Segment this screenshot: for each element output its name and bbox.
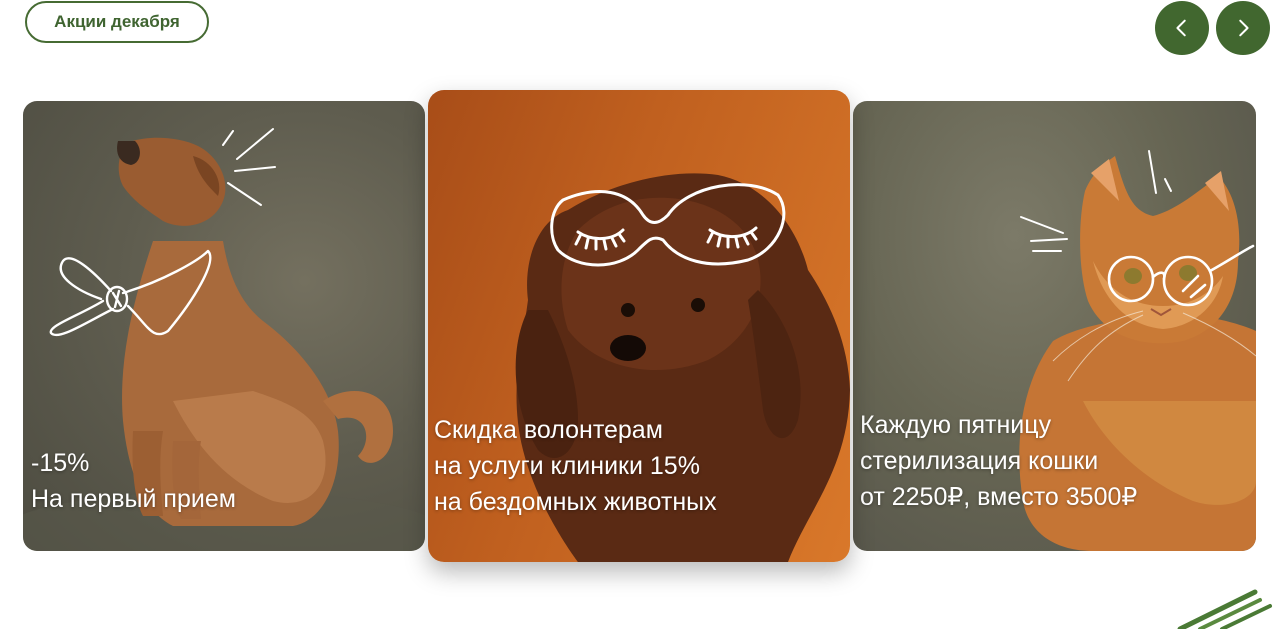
first-visit-text: -15% На первый прием (31, 445, 236, 517)
promo-section: Акции декабря -15% На первый прием Скидк… (0, 0, 1280, 629)
volunteers-line-3: на бездомных животных (434, 488, 717, 516)
carousel-prev-button[interactable] (1155, 1, 1209, 55)
decorative-strokes-icon (1177, 589, 1272, 629)
promo-card-volunteers[interactable]: Скидка волонтерам на услуги клиники 15% … (428, 90, 850, 562)
promo-card-first-visit[interactable]: -15% На первый прием (23, 101, 425, 551)
december-promos-label: Акции декабря (54, 12, 180, 31)
cat-line-3: от 2250₽, вместо 3500₽ (860, 483, 1138, 511)
volunteers-line-2: на услуги клиники 15% (434, 452, 700, 480)
volunteers-line-1: Скидка волонтерам (434, 416, 663, 444)
cat-line-2: стерилизация кошки (860, 447, 1099, 475)
chevron-right-icon (1239, 19, 1249, 37)
carousel-next-button[interactable] (1216, 1, 1270, 55)
cat-line-1: Каждую пятницу (860, 411, 1052, 439)
promo-card-cat-sterilization[interactable]: Каждую пятницу стерилизация кошки от 225… (853, 101, 1256, 551)
chevron-left-icon (1176, 19, 1186, 37)
first-visit-discount: -15% (31, 449, 90, 477)
cat-sterilization-text: Каждую пятницу стерилизация кошки от 225… (860, 407, 1137, 515)
first-visit-caption: На первый прием (31, 485, 236, 513)
volunteers-text: Скидка волонтерам на услуги клиники 15% … (434, 412, 717, 520)
december-promos-button[interactable]: Акции декабря (25, 1, 209, 43)
